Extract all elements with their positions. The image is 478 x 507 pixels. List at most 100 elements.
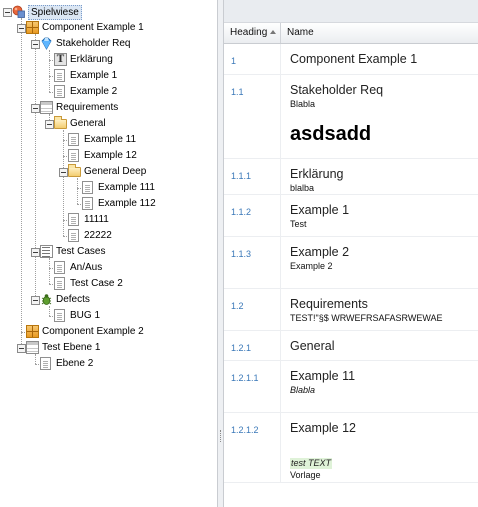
grid-row[interactable]: 1.1.2 Example 1 Test (224, 195, 478, 237)
project-tree: Spielwiese Component Example 1 Stakeholder… (0, 0, 217, 507)
grid-toolbar (224, 0, 478, 23)
tree-item[interactable]: T Erklärung (0, 52, 217, 68)
grid-row[interactable]: 1.2 Requirements TEST!"§$ WRWEFRSAFASRWEWA… (224, 289, 478, 331)
grid-row[interactable]: 1 Component Example 1 (224, 44, 478, 75)
tree-item[interactable]: Requirements (0, 100, 217, 116)
collapse-toggle-icon[interactable] (31, 104, 40, 113)
collapse-toggle-icon[interactable] (45, 120, 54, 129)
page-icon (68, 133, 79, 146)
tree-item[interactable]: An/Aus (0, 260, 217, 276)
tree-item[interactable]: Test Ebene 1 (0, 340, 217, 356)
row-title: Example 11 (290, 369, 356, 383)
sort-ascending-icon (270, 30, 277, 34)
row-heading-number[interactable]: 1.2 (224, 289, 281, 330)
component-box-icon (26, 21, 39, 34)
column-header-heading[interactable]: Heading (224, 23, 281, 43)
grid-row[interactable]: 1.1 Stakeholder Req Blabla asdsadd (224, 75, 478, 159)
row-title: Erklärung (290, 167, 344, 181)
collapse-toggle-icon[interactable] (17, 24, 26, 33)
tree-item[interactable]: Test Cases (0, 244, 217, 260)
row-content: Erklärung blalba (290, 159, 474, 194)
collapse-toggle-icon[interactable] (31, 296, 40, 305)
text-type-icon: T (54, 53, 67, 66)
pane-splitter[interactable] (217, 0, 224, 507)
tree-item-label: Test Ebene 1 (42, 342, 101, 353)
tree-guide-line (77, 188, 81, 189)
tree-item[interactable]: Component Example 2 (0, 324, 217, 340)
row-heading-number[interactable]: 1 (224, 44, 281, 74)
page-icon (40, 357, 51, 370)
tree-item[interactable]: Example 111 (0, 180, 217, 196)
row-content: Example 12 test TEXT Vorlage (290, 413, 474, 481)
grid-row[interactable]: 1.2.1.2 Example 12 test TEXT Vorlage (224, 413, 478, 483)
row-heading-number[interactable]: 1.2.1 (224, 331, 281, 360)
tree-item[interactable]: Test Case 2 (0, 276, 217, 292)
row-description: Blabla (290, 385, 316, 395)
table-icon (26, 341, 39, 354)
tree-guide-line (63, 220, 67, 221)
row-title: Requirements (290, 297, 368, 311)
row-content: Requirements TEST!"§$ WRWEFRSAFASRWEWAE (290, 289, 474, 324)
tree-item[interactable]: Defects (0, 292, 217, 308)
tree-item[interactable]: Stakeholder Req (0, 36, 217, 52)
grid-row[interactable]: 1.1.3 Example 2 Example 2 (224, 237, 478, 289)
tree-item-label: General Deep (84, 166, 147, 177)
tree-guide-line (49, 76, 53, 77)
highlighted-text: test TEXT (290, 458, 333, 469)
page-icon (68, 229, 79, 242)
component-box-icon (26, 325, 39, 338)
tree-item-label: Example 1 (70, 70, 118, 81)
page-icon (54, 69, 65, 82)
tree-item-label: Defects (56, 294, 90, 305)
tree-item[interactable]: Spielwiese (0, 4, 217, 20)
collapse-toggle-icon[interactable] (59, 168, 68, 177)
tree-item-label: General (70, 118, 106, 129)
tree-item-label: Requirements (56, 102, 119, 113)
page-icon (68, 213, 79, 226)
tree-item[interactable]: 22222 (0, 228, 217, 244)
tree-item-label: An/Aus (70, 262, 103, 273)
tree-item[interactable]: Example 12 (0, 148, 217, 164)
row-title: General (290, 339, 335, 353)
tree-item[interactable]: Example 2 (0, 84, 217, 100)
grid-row[interactable]: 1.1.1 Erklärung blalba (224, 159, 478, 195)
tree-item-label: 22222 (84, 230, 112, 241)
tree-guide-line (63, 236, 67, 237)
row-title: Stakeholder Req (290, 83, 384, 97)
tree-item-label: Component Example 2 (42, 326, 144, 337)
tree-item-label: Test Case 2 (70, 278, 123, 289)
tree-item[interactable]: Example 112 (0, 196, 217, 212)
tree-guide-line (49, 92, 53, 93)
tree-item[interactable]: General (0, 116, 217, 132)
row-heading-number[interactable]: 1.2.1.2 (224, 413, 281, 482)
grid-row[interactable]: 1.2.1.1 Example 11 Blabla (224, 361, 478, 413)
grid-row[interactable]: 1.2.1 General (224, 331, 478, 361)
tree-item[interactable]: Component Example 1 (0, 20, 217, 36)
collapse-toggle-icon[interactable] (17, 344, 26, 353)
collapse-toggle-icon[interactable] (31, 248, 40, 257)
column-header-name[interactable]: Name (281, 23, 478, 43)
splitter-grip-icon[interactable] (220, 430, 222, 442)
list-stack-icon (40, 245, 53, 258)
tree-item[interactable]: Example 1 (0, 68, 217, 84)
column-header-heading-label: Heading (230, 27, 268, 38)
row-heading-number[interactable]: 1.1.3 (224, 237, 281, 288)
tree-item[interactable]: Ebene 2 (0, 356, 217, 372)
tree-item[interactable]: General Deep (0, 164, 217, 180)
tree-guide-line (63, 140, 67, 141)
page-icon (54, 85, 65, 98)
collapse-toggle-icon[interactable] (3, 8, 12, 17)
tree-guide-line (49, 268, 53, 269)
tree-guide-line (49, 60, 53, 61)
row-heading-number[interactable]: 1.1 (224, 75, 281, 158)
grid-header: Heading Name (224, 23, 478, 44)
collapse-toggle-icon[interactable] (31, 40, 40, 49)
tree-item[interactable]: Example 11 (0, 132, 217, 148)
row-heading-number[interactable]: 1.2.1.1 (224, 361, 281, 412)
row-heading-number[interactable]: 1.1.2 (224, 195, 281, 236)
tree-item[interactable]: 11111 (0, 212, 217, 228)
row-heading-number[interactable]: 1.1.1 (224, 159, 281, 194)
tree-guide-line (63, 156, 67, 157)
folder-open-icon (68, 164, 81, 177)
tree-item[interactable]: BUG 1 (0, 308, 217, 324)
